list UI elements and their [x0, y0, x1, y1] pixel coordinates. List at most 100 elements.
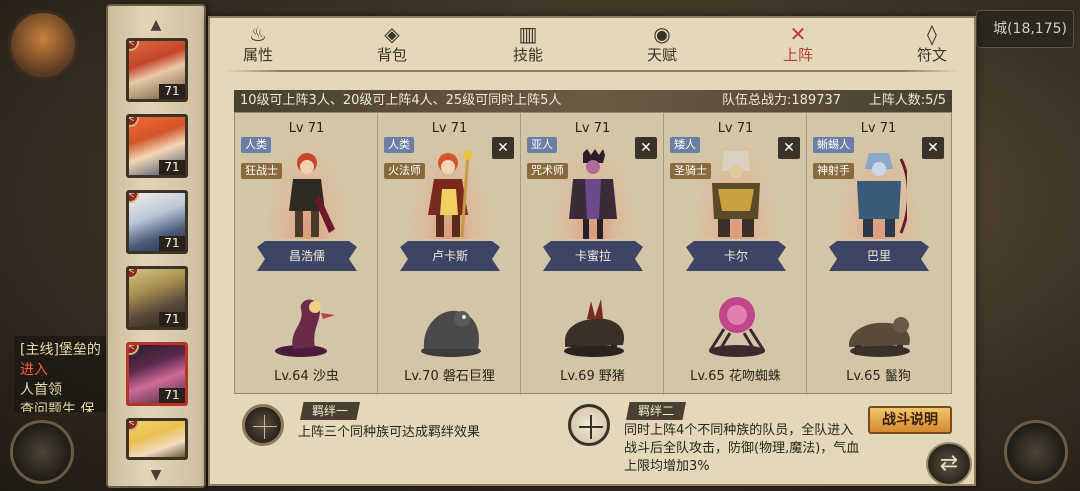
tab-bag[interactable]: ◈ 背包	[360, 22, 424, 70]
pet-name: Lv.69 野猪	[560, 369, 625, 384]
book-icon: ▥	[518, 22, 538, 46]
hero-list[interactable]: ▲ 突 71 突 71 突 71 突 71 突 71 突 ▼	[106, 4, 206, 488]
pet-figure	[843, 289, 917, 359]
hero-level: 71	[159, 312, 185, 327]
tab-talent[interactable]: ◉ 天赋	[630, 22, 694, 70]
remove-hero-button[interactable]: ✕	[922, 137, 944, 159]
quest-line: 进入	[20, 362, 48, 378]
hero-card[interactable]: 突 71	[126, 266, 188, 330]
pet-name: Lv.65 花吻蜘蛛	[690, 369, 781, 384]
bond-one-description: 上阵三个同种族可达成羁绊效果	[298, 425, 481, 440]
class-tag: 圣骑士	[670, 163, 711, 179]
tab-label: 天赋	[646, 46, 677, 64]
remove-hero-button[interactable]: ✕	[778, 137, 800, 159]
tab-label: 上阵	[782, 46, 813, 64]
tab-skills[interactable]: ▥ 技能	[496, 22, 560, 70]
race-tag: 人类	[384, 137, 414, 153]
lineup-slot[interactable]: Lv 71 人类 狂战士 昌浩儒 Lv.64 沙虫	[235, 113, 378, 395]
hero-level: Lv 71	[431, 121, 468, 136]
quest-line: 人首领	[20, 382, 62, 398]
lineup-slot[interactable]: Lv 71 亚人 咒术师 ✕ 卡蜜拉 Lv.69 野猪	[521, 113, 664, 395]
class-tag: 神射手	[813, 163, 854, 179]
crossed-swords-icon: ✕	[789, 22, 807, 46]
hero-figure	[422, 149, 478, 241]
pet-name: Lv.65 鬣狗	[846, 369, 911, 384]
race-tag: 矮人	[670, 137, 700, 153]
lineup-count: 上阵人数:5/5	[868, 93, 946, 108]
pet-figure	[557, 289, 631, 359]
lineup-slot[interactable]: Lv 71 蜥蜴人 神射手 ✕ 巴里 Lv.65 鬣狗	[807, 113, 950, 395]
divider	[224, 70, 960, 72]
quest-line: [主线]堡垒的	[20, 342, 101, 358]
city-coordinates: 城(18,175)	[976, 10, 1074, 48]
hero-card[interactable]: 突 71	[126, 190, 188, 254]
battle-info-button[interactable]: 战斗说明	[868, 406, 952, 434]
swap-icon[interactable]: ⇄	[926, 442, 972, 486]
chevron-up-icon[interactable]: ▲	[146, 18, 166, 32]
hero-name-ribbon: 昌浩儒	[257, 241, 357, 271]
remove-hero-button[interactable]: ✕	[635, 137, 657, 159]
tab-bar: ♨ 属性 ◈ 背包 ▥ 技能 ◉ 天赋 ✕ 上阵 ◊ 符文	[210, 18, 974, 70]
lineup-info-bar: 10级可上阵3人、20级可上阵4人、25级可同时上阵5人 队伍总战力:18973…	[234, 90, 952, 112]
lineup-grid: Lv 71 人类 狂战士 昌浩儒 Lv.64 沙虫 Lv 71 人类 火法师 ✕…	[234, 112, 952, 395]
tab-runes[interactable]: ◊ 符文	[900, 22, 964, 70]
hero-level: Lv 71	[717, 121, 754, 136]
tab-attributes[interactable]: ♨ 属性	[226, 22, 290, 70]
remove-hero-button[interactable]: ✕	[492, 137, 514, 159]
hero-figure	[565, 149, 621, 241]
hero-name-ribbon: 卡尔	[686, 241, 786, 271]
bond-one-tag: 羁绊一	[300, 402, 361, 420]
hero-name-ribbon: 巴里	[829, 241, 929, 271]
bond-one-icon[interactable]	[242, 404, 284, 446]
rune-icon: ◊	[927, 22, 937, 46]
pet-figure	[271, 289, 345, 359]
hero-name-ribbon: 卢卡斯	[400, 241, 500, 271]
tab-label: 技能	[512, 46, 543, 64]
pet-figure	[700, 289, 774, 359]
team-power: 队伍总战力:189737	[722, 93, 842, 108]
hero-card[interactable]: 突 71	[126, 342, 188, 406]
quest-line: 查问题生 保	[20, 402, 95, 412]
bond-two-description: 同时上阵4个不同种族的队员，全队进入战斗后全队攻击，防御(物理,魔法)，气血上限…	[624, 423, 860, 474]
hero-level: 71	[159, 84, 185, 99]
hero-card[interactable]: 突 71	[126, 38, 188, 102]
team-panel: ♨ 属性 ◈ 背包 ▥ 技能 ◉ 天赋 ✕ 上阵 ◊ 符文 10级可上阵3人、2…	[208, 16, 976, 486]
hero-figure	[279, 149, 335, 241]
chevron-down-icon[interactable]: ▼	[146, 468, 166, 482]
bond-two-icon[interactable]	[568, 404, 610, 446]
tab-label: 背包	[376, 46, 407, 64]
lineup-slot[interactable]: Lv 71 人类 火法师 ✕ 卢卡斯 Lv.70 磐石巨狸	[378, 113, 521, 395]
pet-figure	[414, 289, 488, 359]
lineup-slot[interactable]: Lv 71 矮人 圣骑士 ✕ 卡尔 Lv.65 花吻蜘蛛	[664, 113, 807, 395]
pet-name: Lv.70 磐石巨狸	[404, 369, 495, 384]
hero-figure	[708, 149, 764, 241]
class-tag: 狂战士	[241, 163, 282, 179]
tab-label: 属性	[242, 46, 273, 64]
bag-icon: ◈	[384, 22, 400, 46]
map-button[interactable]	[10, 420, 74, 484]
hero-figure	[851, 149, 910, 241]
hero-name-ribbon: 卡蜜拉	[543, 241, 643, 271]
player-avatar[interactable]	[8, 10, 78, 80]
bond-section: 羁绊一 上阵三个同种族可达成羁绊效果 羁绊二 同时上阵4个不同种族的队员，全队进…	[234, 396, 952, 482]
race-tag: 蜥蜴人	[813, 137, 854, 153]
fire-icon: ♨	[249, 22, 267, 46]
pet-name: Lv.64 沙虫	[274, 369, 339, 384]
quest-tracker[interactable]: [主线]堡垒的 进入 人首领 查问题生 保	[14, 336, 110, 412]
bond-two-tag: 羁绊二	[626, 402, 687, 420]
tab-lineup[interactable]: ✕ 上阵	[766, 22, 830, 70]
tab-label: 符文	[916, 46, 947, 64]
race-tag: 亚人	[527, 137, 557, 153]
hero-card[interactable]: 突 71	[126, 114, 188, 178]
hero-level: 71	[159, 388, 185, 403]
eye-icon: ◉	[653, 22, 671, 46]
class-tag: 火法师	[384, 163, 425, 179]
class-tag: 咒术师	[527, 163, 568, 179]
hero-level: Lv 71	[860, 121, 897, 136]
castle-button[interactable]	[1004, 420, 1068, 484]
hero-level: Lv 71	[574, 121, 611, 136]
lineup-rule: 10级可上阵3人、20级可上阵4人、25级可同时上阵5人	[240, 93, 562, 108]
race-tag: 人类	[241, 137, 271, 153]
hero-level: 71	[159, 236, 185, 251]
hero-card[interactable]: 突	[126, 418, 188, 460]
